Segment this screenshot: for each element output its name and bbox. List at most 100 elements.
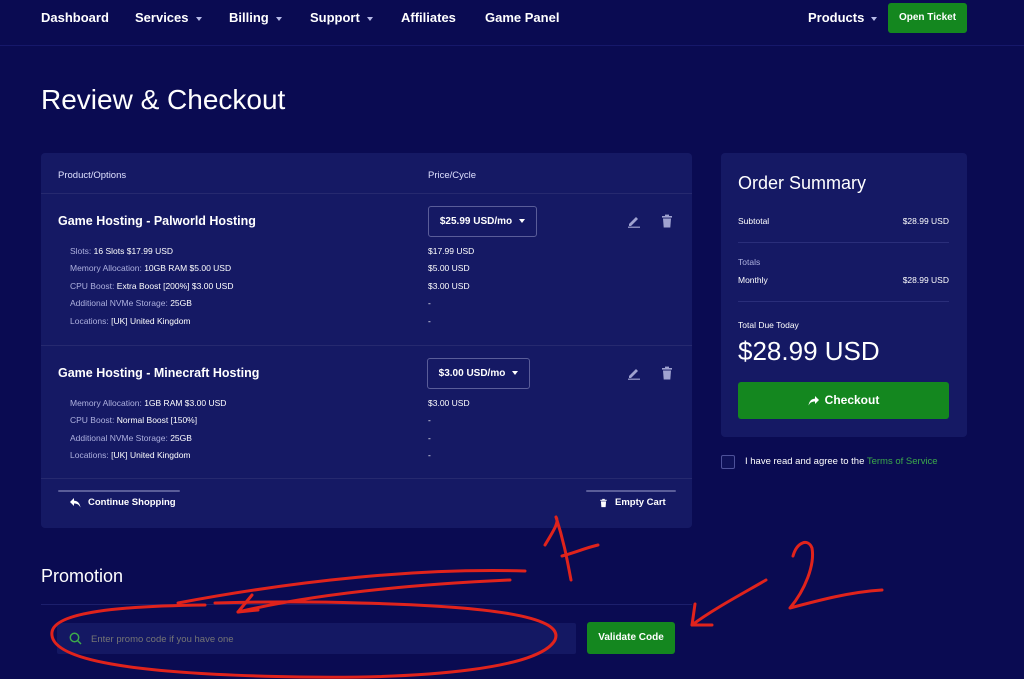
- column-header-product: Product/Options: [58, 170, 127, 181]
- product-name: Game Hosting - Minecraft Hosting: [58, 366, 260, 380]
- cart-panel: Product/Options Price/Cycle Game Hosting…: [41, 153, 692, 528]
- arrowhead-scribble: [690, 602, 714, 627]
- nav-label: Products: [808, 10, 865, 25]
- option-key: Locations:: [70, 450, 109, 460]
- page-title: Review & Checkout: [41, 84, 286, 115]
- option-line: Memory Allocation: 10GB RAM $5.00 USD: [70, 263, 231, 273]
- billing-cycle-select[interactable]: $3.00 USD/mo: [427, 358, 530, 389]
- search-icon: [69, 632, 82, 645]
- option-price: $3.00 USD: [428, 398, 470, 408]
- subtotal-label: Subtotal: [738, 216, 770, 226]
- validate-code-label: Validate Code: [598, 632, 664, 643]
- option-value: Extra Boost [200%] $3.00 USD: [116, 281, 234, 291]
- edit-icon[interactable]: [627, 214, 641, 228]
- trash-icon[interactable]: [660, 366, 674, 380]
- top-navbar: Dashboard Services Billing Support Affil…: [0, 0, 1024, 46]
- divider: [738, 301, 949, 302]
- option-price: -: [428, 450, 431, 460]
- monthly-label: Monthly: [738, 275, 768, 285]
- nav-dashboard[interactable]: Dashboard: [41, 10, 109, 25]
- trash-icon[interactable]: [660, 214, 674, 228]
- promo-code-field[interactable]: [57, 623, 576, 654]
- empty-cart-button[interactable]: Empty Cart: [586, 490, 676, 508]
- option-value: [UK] United Kingdom: [111, 450, 191, 460]
- checkout-button[interactable]: Checkout: [738, 382, 949, 419]
- caret-down-icon: [366, 16, 373, 21]
- arrow-scribble: [690, 578, 768, 627]
- nav-support[interactable]: Support: [310, 10, 373, 25]
- billing-cycle-select[interactable]: $25.99 USD/mo: [428, 206, 537, 237]
- arrow-scribble: [236, 578, 512, 614]
- empty-cart-label: Empty Cart: [615, 497, 666, 508]
- divider: [41, 604, 692, 605]
- continue-shopping-button[interactable]: Continue Shopping: [58, 490, 180, 508]
- promo-code-input[interactable]: [89, 627, 563, 651]
- total-due-label: Total Due Today: [738, 320, 799, 330]
- edit-icon[interactable]: [627, 366, 641, 380]
- option-line: CPU Boost: Extra Boost [200%] $3.00 USD: [70, 281, 233, 291]
- divider: [41, 193, 692, 194]
- divider: [738, 242, 949, 243]
- option-price: -: [428, 433, 431, 443]
- arrow-scribble: [176, 569, 527, 605]
- promotion-title: Promotion: [41, 566, 124, 586]
- nav-services[interactable]: Services: [135, 10, 202, 25]
- nav-game-panel[interactable]: Game Panel: [485, 10, 559, 25]
- checkout-label: Checkout: [824, 393, 880, 407]
- option-price: -: [428, 298, 431, 308]
- option-line: Additional NVMe Storage: 25GB: [70, 433, 192, 443]
- monthly-value: $28.99 USD: [902, 275, 949, 285]
- tos-text: I have read and agree to the Terms of Se…: [745, 456, 938, 467]
- nav-label: Support: [310, 10, 360, 25]
- option-line: Locations: [UK] United Kingdom: [70, 316, 191, 326]
- total-due-amount: $28.99 USD: [738, 336, 880, 366]
- nav-label: Game Panel: [485, 10, 560, 25]
- validate-code-button[interactable]: Validate Code: [587, 622, 675, 654]
- terms-of-service-link[interactable]: Terms of Service: [867, 456, 938, 467]
- caret-down-icon: [195, 16, 202, 21]
- option-value: 16 Slots $17.99 USD: [93, 246, 174, 256]
- nav-affiliates[interactable]: Affiliates: [401, 10, 456, 25]
- option-key: Locations:: [70, 316, 109, 326]
- divider: [41, 478, 692, 479]
- bottom-strip: [0, 679, 1024, 687]
- option-value: 10GB RAM $5.00 USD: [144, 263, 232, 273]
- open-ticket-button[interactable]: Open Ticket: [888, 3, 967, 33]
- billing-cycle-value: $25.99 USD/mo: [439, 216, 513, 227]
- billing-cycle-value: $3.00 USD/mo: [438, 368, 506, 379]
- nav-label: Affiliates: [401, 10, 456, 25]
- option-line: Memory Allocation: 1GB RAM $3.00 USD: [70, 398, 226, 408]
- caret-down-icon: [519, 219, 526, 224]
- numeral-two-scribble: [788, 540, 884, 610]
- trash-icon: [600, 498, 607, 508]
- option-value: 1GB RAM $3.00 USD: [144, 398, 227, 408]
- tos-label: I have read and agree to the: [745, 456, 867, 467]
- share-arrow-icon: [808, 395, 819, 406]
- column-header-price: Price/Cycle: [428, 170, 477, 181]
- nav-products[interactable]: Products: [808, 10, 878, 25]
- option-value: [UK] United Kingdom: [111, 316, 191, 326]
- tos-checkbox[interactable]: [721, 455, 735, 469]
- open-ticket-label: Open Ticket: [898, 12, 957, 23]
- nav-label: Services: [135, 10, 189, 25]
- option-price: -: [428, 316, 431, 326]
- nav-label: Billing: [229, 10, 269, 25]
- option-line: CPU Boost: Normal Boost [150%]: [70, 415, 197, 425]
- option-price: $3.00 USD: [428, 281, 470, 291]
- option-key: CPU Boost:: [70, 281, 115, 291]
- divider: [41, 345, 692, 346]
- option-key: Memory Allocation:: [70, 263, 142, 273]
- product-name: Game Hosting - Palworld Hosting: [58, 214, 256, 228]
- continue-shopping-label: Continue Shopping: [88, 497, 176, 508]
- option-price: $17.99 USD: [428, 246, 475, 256]
- option-value: 25GB: [170, 433, 192, 443]
- option-line: Slots: 16 Slots $17.99 USD: [70, 246, 173, 256]
- reply-arrow-icon: [70, 498, 81, 508]
- option-key: Additional NVMe Storage:: [70, 433, 168, 443]
- option-key: Memory Allocation:: [70, 398, 142, 408]
- option-key: Additional NVMe Storage:: [70, 298, 168, 308]
- totals-label: Totals: [738, 257, 761, 267]
- nav-billing[interactable]: Billing: [229, 10, 282, 25]
- subtotal-value: $28.99 USD: [902, 216, 949, 226]
- option-value: 25GB: [170, 298, 192, 308]
